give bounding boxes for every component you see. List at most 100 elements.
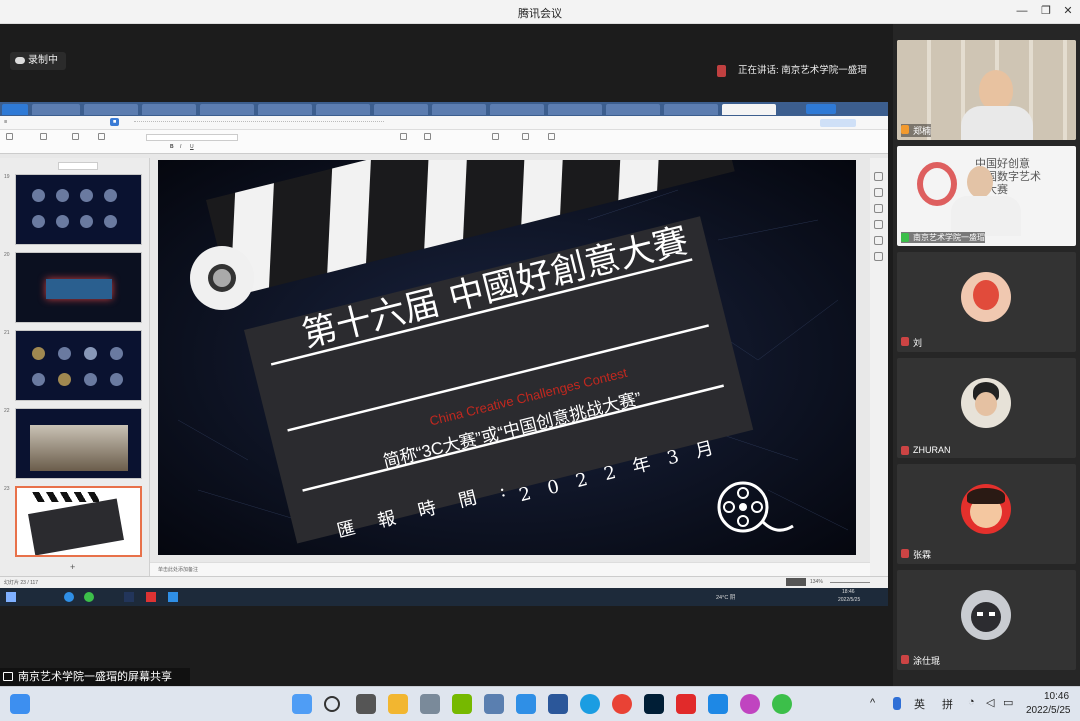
menu-file[interactable]: ≡: [4, 119, 7, 125]
participant-name: 涂仕琨: [901, 654, 940, 667]
tool-icon[interactable]: [874, 188, 883, 197]
doc-tab-active[interactable]: [722, 104, 776, 115]
font-name-box[interactable]: [146, 134, 238, 141]
widgets-icon[interactable]: [10, 694, 30, 714]
app-icon[interactable]: [420, 694, 440, 714]
ime-mode[interactable]: 拼: [942, 696, 953, 712]
tool-icon[interactable]: [874, 204, 883, 213]
tool-icon[interactable]: [874, 172, 883, 181]
tool-icon[interactable]: [874, 252, 883, 261]
doc-tab[interactable]: [316, 104, 370, 115]
meeting-icon[interactable]: [168, 592, 178, 602]
slide-thumbnail[interactable]: [15, 174, 142, 245]
screen-share-label[interactable]: 南京艺术学院一盛瑁的屏幕共享: [0, 668, 190, 686]
taskbar-date[interactable]: 2022/5/25: [1026, 705, 1071, 716]
slide-thumbnail[interactable]: [15, 408, 142, 479]
doc-tab[interactable]: [548, 104, 602, 115]
tencent-meeting-icon[interactable]: [516, 694, 536, 714]
battery-icon[interactable]: ▭: [1003, 696, 1013, 709]
play-slides-tool[interactable]: [492, 133, 500, 140]
paste-tool[interactable]: [6, 133, 14, 140]
brush-icon: [40, 133, 47, 140]
doc-tab[interactable]: [606, 104, 660, 115]
slide-canvas[interactable]: 第十六届 中國好創意大賽 China Creative Challenges C…: [158, 160, 856, 555]
participant-tile[interactable]: 涂仕琨: [897, 570, 1076, 670]
word-icon[interactable]: [548, 694, 568, 714]
participant-tile[interactable]: ZHURAN: [897, 358, 1076, 458]
photoshop-icon[interactable]: [644, 694, 664, 714]
wps-icon[interactable]: [146, 592, 156, 602]
participant-tile[interactable]: 郑楠: [897, 40, 1076, 140]
doc-tab[interactable]: [490, 104, 544, 115]
close-icon[interactable]: ✕: [1060, 3, 1076, 19]
new-slide-tool[interactable]: [98, 133, 106, 140]
doc-tab[interactable]: [664, 104, 718, 115]
doc-tab[interactable]: [258, 104, 312, 115]
app-icon[interactable]: [740, 694, 760, 714]
restore-icon[interactable]: ❐: [1038, 3, 1054, 19]
recording-badge[interactable]: 录制中: [10, 52, 66, 70]
format-painter-tool[interactable]: [40, 133, 48, 140]
outline-toggle[interactable]: [58, 162, 98, 170]
slide-thumbnail[interactable]: [15, 330, 142, 401]
wechat-icon[interactable]: [772, 694, 792, 714]
slide-thumbnail-active[interactable]: [15, 486, 142, 557]
app-icon[interactable]: [484, 694, 504, 714]
ime-language[interactable]: 英: [914, 696, 925, 712]
participant-tile[interactable]: 刘: [897, 252, 1076, 352]
avatar: [961, 378, 1011, 428]
person-face: [979, 70, 1013, 110]
zoom-slider[interactable]: [830, 582, 870, 583]
find-tool[interactable]: [522, 133, 530, 140]
play-button[interactable]: [786, 578, 806, 586]
thumb-number: 21: [4, 330, 10, 336]
thumb-number: 19: [4, 174, 10, 180]
wechat-icon[interactable]: [84, 592, 94, 602]
photoshop-icon[interactable]: [124, 592, 134, 602]
shape-tool[interactable]: [424, 133, 432, 140]
youdao-icon[interactable]: [676, 694, 696, 714]
shared-screen[interactable]: ≡ ■ B I U 19 20 21 22 23 + 第十六届 中國好創意大賽 …: [0, 102, 888, 606]
share-button[interactable]: [806, 104, 836, 114]
doc-tab[interactable]: [32, 104, 80, 115]
participant-tile[interactable]: 中国好创意 全国数字艺术 计大赛 南京艺术学院一盛瑁: [897, 146, 1076, 246]
edge-icon[interactable]: [580, 694, 600, 714]
bold-tool[interactable]: B: [170, 144, 174, 150]
start-icon[interactable]: [292, 694, 312, 714]
underline-tool[interactable]: U: [190, 144, 194, 150]
tray-chevron-icon[interactable]: ^: [870, 697, 875, 709]
chrome-icon[interactable]: [612, 694, 632, 714]
add-slide-button[interactable]: +: [70, 562, 75, 572]
cursor-icon: [548, 133, 555, 140]
edge-icon[interactable]: [64, 592, 74, 602]
logo-icon: [917, 162, 957, 206]
tray-mic-icon[interactable]: [893, 697, 901, 710]
ribbon-tab-start[interactable]: ■: [110, 118, 120, 126]
play-tool[interactable]: [72, 133, 80, 140]
italic-tool[interactable]: I: [180, 144, 181, 150]
textbox-tool[interactable]: [400, 133, 408, 140]
collab-button[interactable]: [820, 119, 856, 127]
start-icon[interactable]: [6, 592, 16, 602]
minimize-icon[interactable]: —: [1014, 3, 1030, 19]
search-icon[interactable]: [324, 696, 340, 712]
task-view-icon[interactable]: [356, 694, 376, 714]
tool-icon[interactable]: [874, 220, 883, 229]
tool-icon[interactable]: [874, 236, 883, 245]
wifi-icon[interactable]: ◔: [968, 696, 975, 708]
doc-tab[interactable]: [200, 104, 254, 115]
file-explorer-icon[interactable]: [388, 694, 408, 714]
notes-area[interactable]: 单击此处添加备注: [150, 562, 870, 576]
doc-tab[interactable]: [84, 104, 138, 115]
nvidia-icon[interactable]: [452, 694, 472, 714]
taskbar-time[interactable]: 10:46: [1044, 691, 1069, 702]
app-icon[interactable]: [708, 694, 728, 714]
doc-tab[interactable]: [374, 104, 428, 115]
doc-tab[interactable]: [142, 104, 196, 115]
wps-home-tab[interactable]: [2, 104, 28, 115]
select-tool[interactable]: [548, 133, 556, 140]
participant-tile[interactable]: 张霖: [897, 464, 1076, 564]
volume-icon[interactable]: ◁: [986, 696, 994, 709]
slide-thumbnail[interactable]: [15, 252, 142, 323]
doc-tab[interactable]: [432, 104, 486, 115]
